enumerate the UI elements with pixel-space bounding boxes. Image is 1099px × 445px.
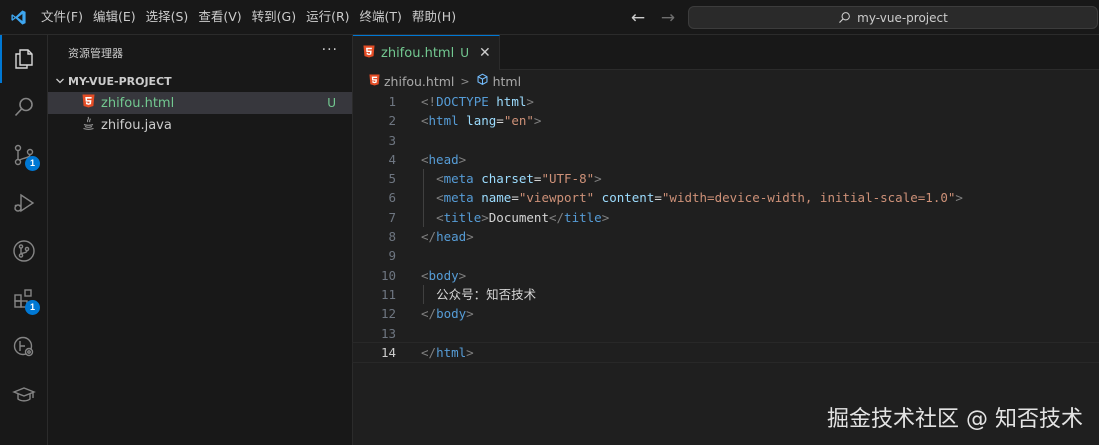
remote-explorer-icon <box>13 336 34 357</box>
html-file-icon <box>82 94 95 112</box>
file-name: zhifou.html <box>101 95 175 111</box>
tab-status: U <box>460 46 469 60</box>
menu-go[interactable]: 转到(G) <box>247 4 301 30</box>
file-name: zhifou.java <box>101 117 172 133</box>
source-control-button[interactable]: 1 <box>0 131 48 179</box>
code-line-8: 8 </head> <box>388 229 474 245</box>
menu-file[interactable]: 文件(F) <box>36 4 88 30</box>
file-item-zhifou-java[interactable]: zhifou.java <box>48 114 352 136</box>
git-graph-button[interactable] <box>0 227 48 275</box>
command-center-text: my-vue-project <box>857 10 948 25</box>
file-item-zhifou-html[interactable]: zhifou.html U <box>48 92 352 114</box>
breadcrumb-symbol[interactable]: html <box>493 74 521 89</box>
graduation-cap-icon <box>12 387 36 402</box>
explorer-header: 资源管理器 ··· <box>48 35 352 70</box>
menu-help[interactable]: 帮助(H) <box>407 4 461 30</box>
explorer-sidebar: 资源管理器 ··· MY-VUE-PROJECT zhifou.html U z… <box>48 35 353 445</box>
run-debug-button[interactable] <box>0 179 48 227</box>
code-line-4: 4 <head> <box>388 151 467 167</box>
tab-label: zhifou.html <box>381 45 455 61</box>
editor-area: zhifou.html U ✕ zhifou.html > html 1 <!DO… <box>352 35 1099 445</box>
explorer-button[interactable] <box>0 35 48 83</box>
java-file-icon <box>82 116 95 134</box>
html-file-icon <box>363 45 375 62</box>
code-line-2: 2 <html lang="en"> <box>388 113 542 129</box>
more-actions-icon[interactable]: ··· <box>322 42 338 58</box>
folder-label: MY-VUE-PROJECT <box>68 74 172 88</box>
explorer-icon <box>15 49 33 69</box>
extensions-badge: 1 <box>25 300 40 315</box>
code-line-1: 1 <!DOCTYPE html> <box>388 94 534 109</box>
code-line-7: 7 <title>Document</title> <box>353 207 1099 228</box>
breadcrumb-file[interactable]: zhifou.html <box>384 74 454 89</box>
code-line-11: 11 公众号：知否技术 <box>353 284 1099 305</box>
untracked-status: U <box>327 96 336 110</box>
code-line-3: 3 <box>388 132 396 148</box>
menu-edit[interactable]: 编辑(E) <box>88 4 141 30</box>
menu-view[interactable]: 查看(V) <box>193 4 246 30</box>
back-arrow-icon[interactable]: ← <box>628 8 648 28</box>
close-icon[interactable]: ✕ <box>479 45 491 61</box>
code-line-12: 12 </body> <box>380 306 474 322</box>
activity-bar: 1 1 <box>0 35 48 445</box>
code-line-6: 6 <meta name="viewport" content="width=d… <box>353 188 1099 208</box>
code-line-9: 9 <box>388 248 396 264</box>
extensions-button[interactable]: 1 <box>0 275 48 323</box>
code-line-13: 13 <box>380 325 396 341</box>
code-editor[interactable]: 1 <!DOCTYPE html> 2 <html lang="en"> 3 4 <h… <box>352 92 1099 364</box>
search-icon <box>839 12 851 23</box>
breadcrumb: zhifou.html > html <box>353 70 1099 92</box>
watermark: 掘金技术社区 @ 知否技术 <box>827 407 1083 432</box>
menu-bar: 文件(F) 编辑(E) 选择(S) 查看(V) 转到(G) 运行(R) 终端(T… <box>36 0 461 35</box>
search-icon <box>14 97 33 117</box>
explorer-title: 资源管理器 <box>68 46 123 60</box>
code-line-10: 10 <body> <box>380 267 467 283</box>
command-center-search[interactable]: my-vue-project <box>688 6 1098 29</box>
menu-run[interactable]: 运行(R) <box>301 4 354 30</box>
forward-arrow-icon[interactable]: → <box>658 8 678 28</box>
editor-tabs: zhifou.html U ✕ <box>353 35 1099 70</box>
title-bar: 文件(F) 编辑(E) 选择(S) 查看(V) 转到(G) 运行(R) 终端(T… <box>0 0 1099 35</box>
source-control-badge: 1 <box>25 156 40 171</box>
remote-explorer-button[interactable] <box>0 323 48 371</box>
run-debug-icon <box>14 193 35 213</box>
folder-my-vue-project[interactable]: MY-VUE-PROJECT <box>48 70 352 92</box>
code-line-5: 5 <meta charset="UTF-8"> <box>353 169 1099 189</box>
search-button[interactable] <box>0 83 48 131</box>
chevron-down-icon <box>52 76 68 86</box>
tab-zhifou-html[interactable]: zhifou.html U ✕ <box>353 35 500 70</box>
symbol-cube-icon <box>476 73 489 89</box>
git-graph-icon <box>13 240 35 262</box>
chevron-right-icon: > <box>460 74 470 88</box>
menu-terminal[interactable]: 终端(T) <box>355 4 407 30</box>
menu-selection[interactable]: 选择(S) <box>141 4 194 30</box>
navigation-arrows: ← → <box>628 0 678 35</box>
code-line-14: 14 </html> <box>352 341 1099 364</box>
vscode-logo-icon <box>0 0 36 35</box>
html-file-icon <box>369 74 380 89</box>
learn-button[interactable] <box>0 371 48 419</box>
